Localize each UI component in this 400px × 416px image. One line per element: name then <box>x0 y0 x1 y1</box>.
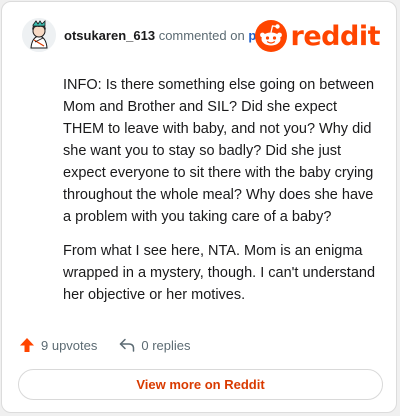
reddit-wordmark: reddit <box>290 20 381 52</box>
reddit-alien-icon <box>254 20 287 52</box>
commented-on-text: commented on <box>158 28 245 43</box>
reply-action[interactable]: 0 replies <box>119 337 191 353</box>
comment-body: INFO: Is there something else going on b… <box>63 74 376 318</box>
avatar-illustration-icon <box>22 18 56 52</box>
comment-paragraph: From what I see here, NTA. Mom is an eni… <box>63 243 376 303</box>
comment-actions: 9 upvotes 0 replies <box>19 336 213 354</box>
reply-count: 0 replies <box>141 337 191 353</box>
comment-header: otsukaren_613 commented on post reddit <box>22 18 381 54</box>
comment-paragraph: INFO: Is there something else going on b… <box>63 77 375 225</box>
upvote-count: 9 upvotes <box>41 337 98 353</box>
comment-meta: otsukaren_613 commented on post <box>64 28 276 43</box>
view-more-button[interactable]: View more on Reddit <box>18 369 383 400</box>
user-avatar[interactable] <box>22 18 56 52</box>
reddit-comment-card: otsukaren_613 commented on post reddit I… <box>1 1 397 413</box>
reddit-logo[interactable]: reddit <box>254 19 381 53</box>
upvote-action[interactable]: 9 upvotes <box>19 337 97 353</box>
reply-arrow-icon <box>120 338 135 352</box>
username[interactable]: otsukaren_613 <box>64 28 155 43</box>
upvote-arrow-icon[interactable] <box>19 337 35 353</box>
